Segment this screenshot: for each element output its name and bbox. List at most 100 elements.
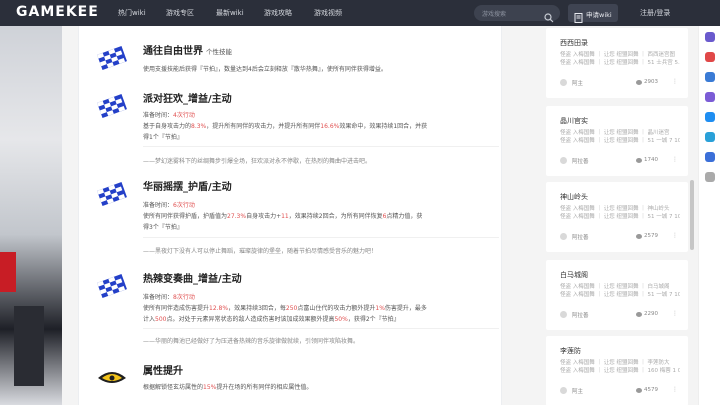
desc-text: 自身攻击力+ [246,213,282,220]
desc-text: 点富山住代的攻击力额外提升 [297,305,376,312]
apply-wiki-button[interactable]: 申请wiki [568,4,618,23]
desc-text: 计入 [143,316,156,323]
more-options-icon[interactable]: ⋮ [672,232,678,239]
document-icon [574,8,583,27]
extension-icon[interactable] [705,32,715,42]
desc-text: 使所有同伴造成伤害提升 [143,305,210,312]
skill-title: 热辣变奏曲_增益/主动 [143,274,242,285]
desc-text: 准备时间： [143,112,174,119]
guide-card-desc: 怪盗 入梅国舞 ｜ 让您 纽盟回舞 ｜ 160 梅蓉 1 0 [560,368,680,374]
guide-card[interactable]: 李莲防 怪盗 入梅国舞 ｜ 让您 纽盟回舞 ｜ 李莲防大 怪盗 入梅国舞 ｜ 让… [546,336,688,405]
page-scrollbar[interactable] [690,180,694,250]
skill-desc-line: 准备时间：6次行动 [143,200,195,209]
guide-card[interactable]: 西西田录 怪盗 入梅国舞 ｜ 让您 纽盟回舞 ｜ 西西迷宫图 怪盗 入梅国舞 ｜… [546,28,688,98]
skill-item: 通往自由世界 个性技能 使用支援技能后获得『节拍』，数量达到4后会立刻释放『散华热… [95,42,495,82]
nav-hot-wiki[interactable]: 热门wiki [118,8,146,18]
highlight-value: 16.6% [320,123,340,130]
guide-card-footer: 阿拉善 2579 ⋮ [560,232,680,242]
view-count: 4579 [644,387,658,393]
site-logo[interactable]: GAMEKEE [16,4,99,20]
highlight-value: 1% [375,305,385,312]
author-avatar-icon [560,157,567,164]
skill-desc-line: 准备时间：4次行动 [143,110,195,119]
desc-text: 点。对处于元素异常状态的敌人造成伤害时该加成效果额外提高 [166,316,335,323]
desc-text: 得3个『节拍』 [143,224,183,231]
quote-divider [143,237,499,238]
artwork-red-accent [0,252,16,292]
extension-icon[interactable] [705,52,715,62]
guide-card-title: 神山岭头 [560,193,588,201]
skill-item: 热辣变奏曲_增益/主动 准备时间：8次行动 使所有同伴造成伤害提升12.8%，效… [95,270,499,370]
search-icon[interactable] [544,8,554,27]
more-options-icon[interactable]: ⋮ [672,78,678,85]
skill-quote: ——梦幻迷雾科下的丝绸舞步引爆全场，狂欢派对永不停歇，在热烈的舞曲中进击吧。 [143,158,372,165]
desc-text: ，提升所有同伴的攻击力，并提升所有同伴 [206,123,321,130]
nav-game-zone[interactable]: 游戏专区 [166,8,194,18]
eye-icon [636,80,642,85]
guide-card-desc: 怪盗 入梅国舞 ｜ 让您 纽盟回舞 ｜ 51 士兵宫 5. 1 [560,60,680,66]
skill-quote: ——华丽的舞池已经做好了为压进备热辣的音乐旋律做就续，引领同伴攻陷妆舞。 [143,338,360,345]
guide-card-title: 西西田录 [560,39,588,47]
desc-text: 使用支援技能后获得『节拍』，数量达到4后会立刻释放『散华热舞』，使所有同伴获得增… [143,66,387,73]
nav-game-guides[interactable]: 游戏攻略 [264,8,292,18]
search-input[interactable]: 游戏搜索 [474,5,560,23]
author-name: 阿拉善 [572,235,589,241]
author-name: 阿拉善 [572,159,589,165]
skill-desc-line: 准备时间：8次行动 [143,292,195,301]
highlight-value: 6次行动 [173,202,195,209]
eye-icon [636,158,642,163]
skill-list-panel: 通往自由世界 个性技能 使用支援技能后获得『节拍』，数量达到4后会立刻释放『散华热… [78,26,502,405]
desc-text: 根据解锁怪玄坊属性的 [143,384,204,391]
nav-game-videos[interactable]: 游戏视频 [314,8,342,18]
highlight-value: 50% [334,316,348,323]
extension-icon[interactable] [705,152,715,162]
author-avatar-icon [560,311,567,318]
author-avatar-icon [560,233,567,240]
guide-card-footer: 阿拉善 2290 ⋮ [560,310,680,320]
highlight-value: 11 [281,213,289,220]
skill-desc-line: 得3个『节拍』 [143,222,183,231]
nav-latest-wiki[interactable]: 最新wiki [216,8,244,18]
author-avatar-icon [560,387,567,394]
eye-icon [636,312,642,317]
desc-text: 提升在场的所有同伴的相应属性值。 [216,384,313,391]
highlight-value: 27.3% [227,213,247,220]
guide-card-footer: 阿主 4579 ⋮ [560,386,680,396]
guide-card[interactable]: 白马城阁 怪盗 入梅国舞 ｜ 让您 纽盟回舞 ｜ 白马城阁 怪盗 入梅国舞 ｜ … [546,260,688,330]
skill-desc-line: 根据解锁怪玄坊属性的15%提升在场的所有同伴的相应属性值。 [143,382,312,391]
login-register-link[interactable]: 注册/登录 [640,8,670,18]
more-options-icon[interactable]: ⋮ [672,310,678,317]
highlight-value: 8.3% [191,123,207,130]
highlight-value: 12.8% [209,305,229,312]
desc-text: ，获得2个『节拍』 [347,316,400,323]
search-placeholder: 游戏搜索 [482,11,507,18]
extension-icon[interactable] [705,92,715,102]
skill-title: 属性提升 [143,366,183,377]
skill-checker-icon [97,94,127,118]
guide-card-desc: 怪盗 入梅国舞 ｜ 让您 纽盟回舞 ｜ 李莲防大 [560,360,670,366]
desc-text: 点精力值，获 [386,213,423,220]
skill-desc-line: 得1个『节拍』 [143,132,183,141]
extension-icon[interactable] [705,112,715,122]
desc-text: 准备时间： [143,294,174,301]
highlight-value: 500 [155,316,167,323]
skill-checker-icon [97,274,127,298]
guide-card-footer: 阿拉善 1740 ⋮ [560,156,680,166]
view-count: 2290 [644,311,658,317]
desc-text: 效果命中，效果持续1回合，并获 [339,123,428,130]
skill-desc-line: 基于自身攻击力的8.3%，提升所有同伴的攻击力，并提升所有同伴16.6%效果命中… [143,121,427,130]
guide-card-desc: 怪盗 入梅国舞 ｜ 让您 纽盟回舞 ｜ 晶川迷宫 [560,130,670,136]
more-options-icon[interactable]: ⋮ [672,386,678,393]
skill-desc-line: 使所有同伴造成伤害提升12.8%，效果持续3回合，每250点富山住代的攻击力额外… [143,303,427,312]
background-artwork [0,26,62,405]
desc-text: 伤害提升，最多 [384,305,427,312]
more-options-icon[interactable]: ⋮ [672,156,678,163]
extension-icon[interactable] [705,72,715,82]
guide-card[interactable]: 神山岭头 怪盗 入梅国舞 ｜ 让您 纽盟回舞 ｜ 神山岭头 怪盗 入梅国舞 ｜ … [546,182,688,252]
guide-card[interactable]: 晶川官实 怪盗 入梅国舞 ｜ 让您 纽盟回舞 ｜ 晶川迷宫 怪盗 入梅国舞 ｜ … [546,106,688,176]
skill-checker-icon [97,182,127,206]
desc-text: 基于自身攻击力的 [143,123,192,130]
add-icon[interactable] [705,172,715,182]
skill-title: 通往自由世界 个性技能 [143,46,232,57]
extension-icon[interactable] [705,132,715,142]
